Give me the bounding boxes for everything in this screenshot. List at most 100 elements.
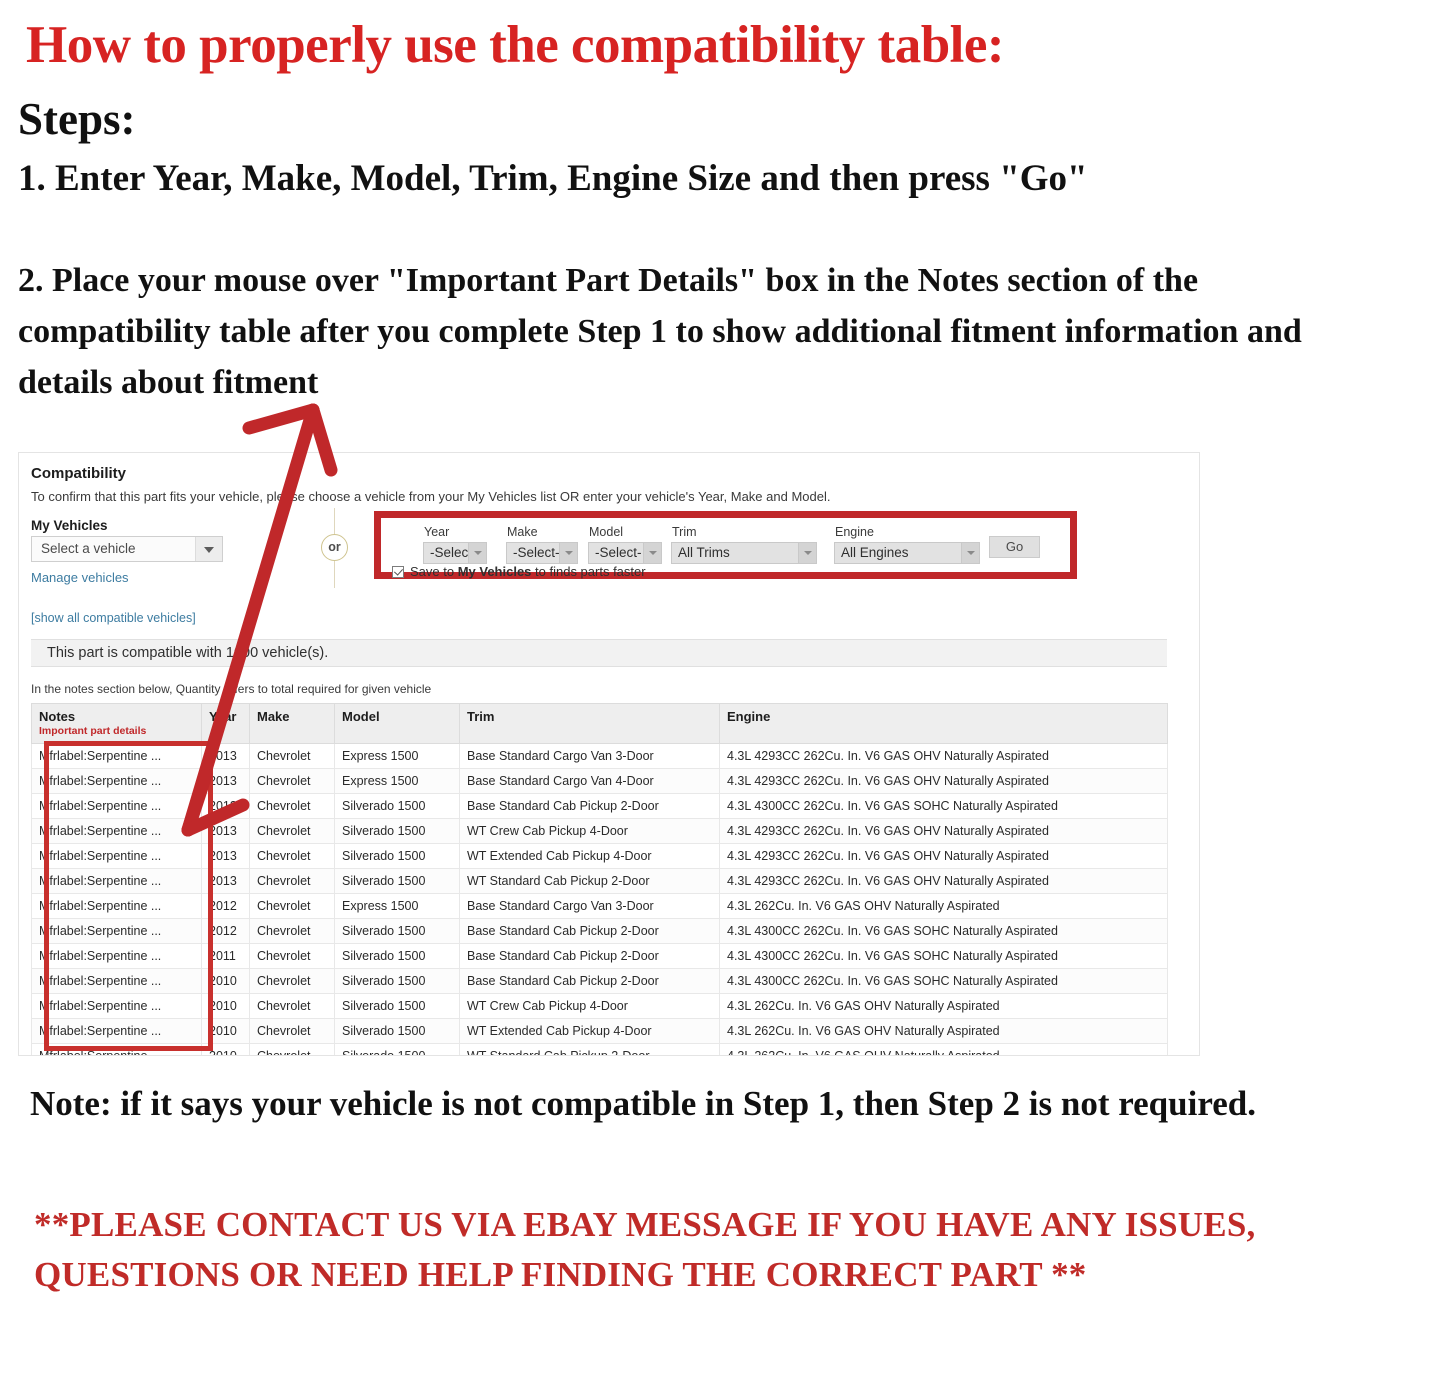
finder-label-model: Model xyxy=(589,525,624,539)
go-button[interactable]: Go xyxy=(989,536,1040,558)
cell-make: Chevrolet xyxy=(249,743,335,769)
cell-make: Chevrolet xyxy=(249,818,335,844)
table-row[interactable]: Mfrlabel:Serpentine ... 2013 Chevrolet Expr… xyxy=(31,743,1168,769)
cell-engine: 4.3L 4300CC 262Cu. In. V6 GAS SOHC Natur… xyxy=(719,918,1168,944)
cell-make: Chevrolet xyxy=(249,793,335,819)
cell-notes: Mfrlabel:Serpentine ... xyxy=(31,1043,202,1055)
column-header-engine[interactable]: Engine xyxy=(719,703,1168,744)
cell-make: Chevrolet xyxy=(249,968,335,994)
table-row[interactable]: Mfrlabel:Serpentine ... 2012 Chevrolet Silv… xyxy=(31,918,1168,944)
cell-make: Chevrolet xyxy=(249,868,335,894)
cell-make: Chevrolet xyxy=(249,843,335,869)
cell-model: Silverado 1500 xyxy=(334,993,460,1019)
cell-engine: 4.3L 4293CC 262Cu. In. V6 GAS OHV Natura… xyxy=(719,868,1168,894)
table-row[interactable]: Mfrlabel:Serpentine ... 2010 Chevrolet Silv… xyxy=(31,1018,1168,1044)
steps-label: Steps: xyxy=(18,94,136,144)
cell-trim: Base Standard Cab Pickup 2-Door xyxy=(459,968,720,994)
compatibility-status-bar: This part is compatible with 1000 vehicl… xyxy=(31,639,1167,667)
finder-label-engine: Engine xyxy=(835,525,874,539)
cell-notes: Mfrlabel:Serpentine ... xyxy=(31,918,202,944)
cell-year: 2013 xyxy=(201,818,250,844)
cell-engine: 4.3L 4300CC 262Cu. In. V6 GAS SOHC Natur… xyxy=(719,793,1168,819)
column-header-model[interactable]: Model xyxy=(334,703,460,744)
chevron-down-icon[interactable] xyxy=(798,543,816,563)
cell-trim: Base Standard Cargo Van 3-Door xyxy=(459,893,720,919)
vehicle-finder-highlight-box: Year -Select- Make -Select- Model -Selec… xyxy=(374,511,1077,579)
cell-year: 2010 xyxy=(201,1018,250,1044)
chevron-down-icon[interactable] xyxy=(559,543,577,563)
chevron-down-icon[interactable] xyxy=(468,543,486,563)
table-row[interactable]: Mfrlabel:Serpentine ... 2013 Chevrolet Silv… xyxy=(31,868,1168,894)
table-row[interactable]: Mfrlabel:Serpentine ... 2012 Chevrolet Expr… xyxy=(31,893,1168,919)
compatibility-subtitle: To confirm that this part fits your vehi… xyxy=(31,489,831,504)
cell-engine: 4.3L 4293CC 262Cu. In. V6 GAS OHV Natura… xyxy=(719,843,1168,869)
cell-year: 2013 xyxy=(201,768,250,794)
cell-notes: Mfrlabel:Serpentine ... xyxy=(31,843,202,869)
column-header-year[interactable]: Year xyxy=(201,703,250,744)
manage-vehicles-link[interactable]: Manage vehicles xyxy=(31,570,129,585)
cell-model: Silverado 1500 xyxy=(334,868,460,894)
cell-model: Silverado 1500 xyxy=(334,818,460,844)
cell-trim: Base Standard Cargo Van 3-Door xyxy=(459,743,720,769)
column-header-trim[interactable]: Trim xyxy=(459,703,720,744)
or-divider-label: or xyxy=(321,534,348,561)
cell-engine: 4.3L 4300CC 262Cu. In. V6 GAS SOHC Natur… xyxy=(719,968,1168,994)
chevron-down-icon[interactable] xyxy=(961,543,979,563)
save-text-before: Save to xyxy=(410,564,458,579)
my-vehicles-select[interactable]: Select a vehicle xyxy=(31,536,223,562)
cell-model: Silverado 1500 xyxy=(334,843,460,869)
cell-engine: 4.3L 4300CC 262Cu. In. V6 GAS SOHC Natur… xyxy=(719,943,1168,969)
cell-make: Chevrolet xyxy=(249,943,335,969)
cell-engine: 4.3L 4293CC 262Cu. In. V6 GAS OHV Natura… xyxy=(719,743,1168,769)
cell-trim: WT Extended Cab Pickup 4-Door xyxy=(459,843,720,869)
chevron-down-icon[interactable] xyxy=(643,543,661,563)
cell-notes: Mfrlabel:Serpentine ... xyxy=(31,868,202,894)
my-vehicles-label: My Vehicles xyxy=(31,518,108,533)
table-row[interactable]: Mfrlabel:Serpentine ... 2010 Chevrolet Silv… xyxy=(31,968,1168,994)
cell-make: Chevrolet xyxy=(249,918,335,944)
cell-year: 2010 xyxy=(201,993,250,1019)
compatibility-heading: Compatibility xyxy=(31,465,127,482)
step-1-text: 1. Enter Year, Make, Model, Trim, Engine… xyxy=(18,158,1088,199)
cell-year: 2012 xyxy=(201,893,250,919)
table-row[interactable]: Mfrlabel:Serpentine ... 2013 Chevrolet Silv… xyxy=(31,793,1168,819)
cell-year: 2013 xyxy=(201,793,250,819)
column-header-make[interactable]: Make xyxy=(249,703,335,744)
cell-trim: WT Crew Cab Pickup 4-Door xyxy=(459,818,720,844)
trim-select-value: All Trims xyxy=(678,545,730,560)
make-select-value: -Select- xyxy=(513,545,560,560)
cell-year: 2011 xyxy=(201,943,250,969)
table-row[interactable]: Mfrlabel:Serpentine ... 2013 Chevrolet Silv… xyxy=(31,843,1168,869)
table-row[interactable]: Mfrlabel:Serpentine ... 2013 Chevrolet Expr… xyxy=(31,768,1168,794)
chevron-down-icon[interactable] xyxy=(195,537,222,561)
table-row[interactable]: Mfrlabel:Serpentine ... 2010 Chevrolet Silv… xyxy=(31,1043,1168,1055)
trim-select[interactable]: All Trims xyxy=(671,542,817,564)
cell-notes: Mfrlabel:Serpentine ... xyxy=(31,993,202,1019)
cell-engine: 4.3L 262Cu. In. V6 GAS OHV Naturally Asp… xyxy=(719,893,1168,919)
year-select[interactable]: -Select- xyxy=(423,542,487,564)
make-select[interactable]: -Select- xyxy=(506,542,578,564)
compatibility-panel: Compatibility To confirm that this part … xyxy=(18,452,1200,1056)
save-to-my-vehicles-label: Save to My Vehicles to finds parts faste… xyxy=(410,564,646,579)
cell-model: Silverado 1500 xyxy=(334,943,460,969)
cell-make: Chevrolet xyxy=(249,1043,335,1055)
table-row[interactable]: Mfrlabel:Serpentine ... 2011 Chevrolet Silv… xyxy=(31,943,1168,969)
column-header-notes[interactable]: Notes Important part details xyxy=(31,703,202,744)
model-select[interactable]: -Select- xyxy=(588,542,662,564)
cell-model: Silverado 1500 xyxy=(334,1018,460,1044)
table-row[interactable]: Mfrlabel:Serpentine ... 2010 Chevrolet Silv… xyxy=(31,993,1168,1019)
quantity-note: In the notes section below, Quantity ref… xyxy=(31,682,432,696)
engine-select[interactable]: All Engines xyxy=(834,542,980,564)
cell-year: 2010 xyxy=(201,1043,250,1055)
cell-model: Express 1500 xyxy=(334,768,460,794)
save-to-my-vehicles-checkbox[interactable] xyxy=(392,566,404,578)
cell-model: Silverado 1500 xyxy=(334,968,460,994)
cell-trim: Base Standard Cargo Van 4-Door xyxy=(459,768,720,794)
fitment-table-body: Mfrlabel:Serpentine ... 2013 Chevrolet Expr… xyxy=(31,743,1168,1055)
table-row[interactable]: Mfrlabel:Serpentine ... 2013 Chevrolet Silv… xyxy=(31,818,1168,844)
cell-year: 2010 xyxy=(201,968,250,994)
cell-year: 2013 xyxy=(201,843,250,869)
cell-engine: 4.3L 4293CC 262Cu. In. V6 GAS OHV Natura… xyxy=(719,768,1168,794)
show-all-compatible-vehicles-link[interactable]: [show all compatible vehicles] xyxy=(31,611,196,625)
cell-notes: Mfrlabel:Serpentine ... xyxy=(31,893,202,919)
